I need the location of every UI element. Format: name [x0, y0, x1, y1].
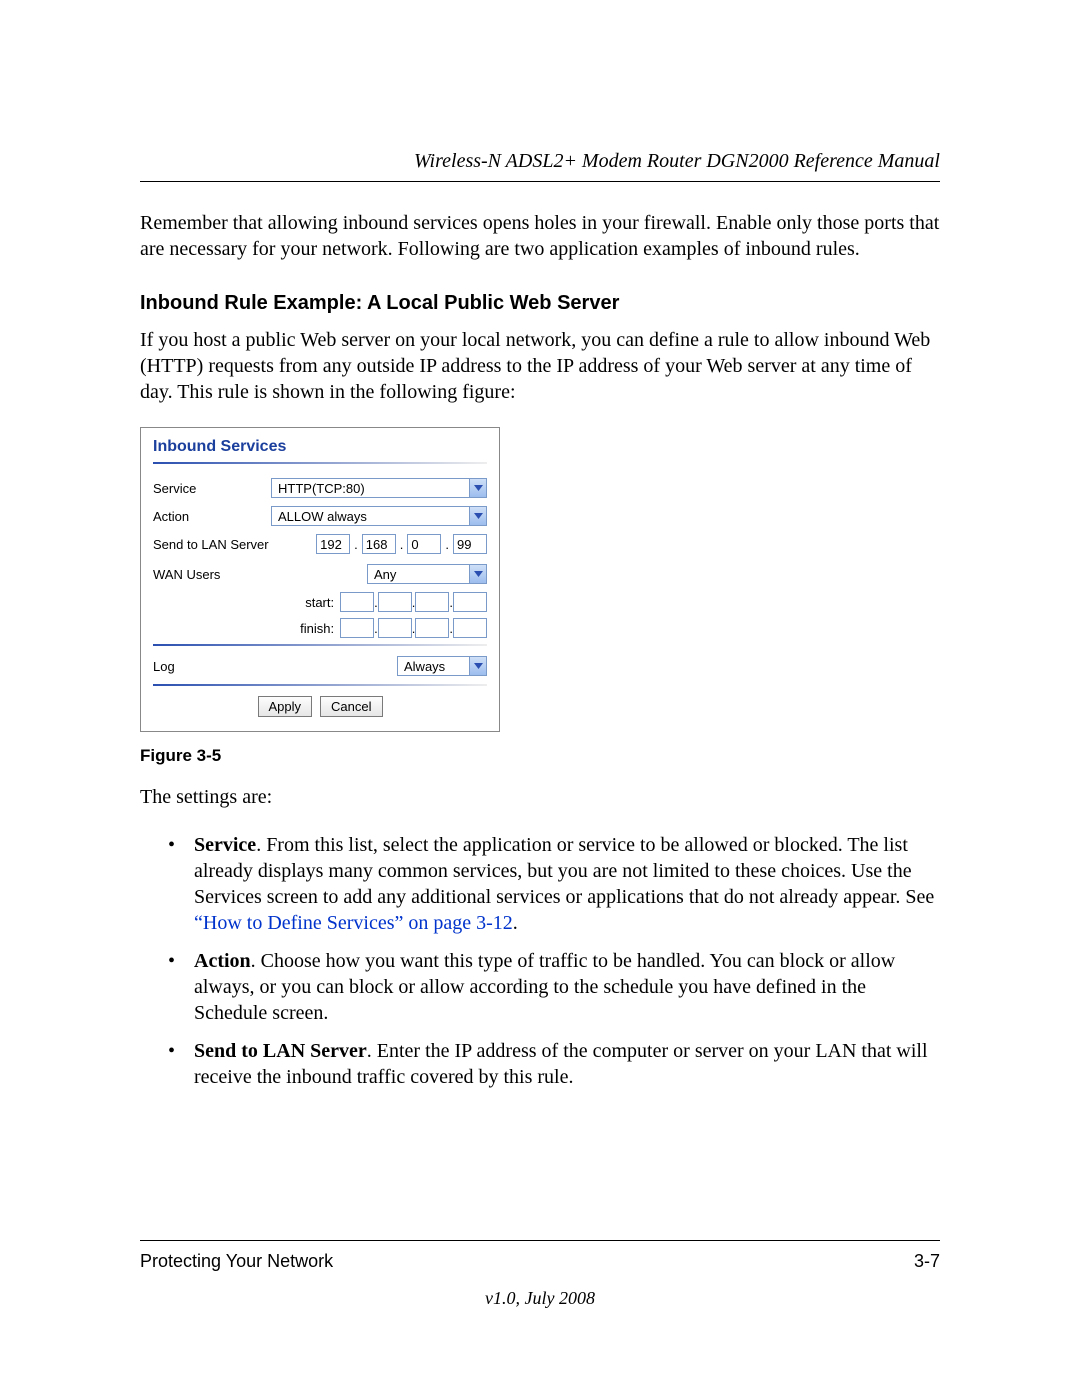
ip-dot: . [445, 537, 449, 552]
wan-start-octet-3[interactable] [415, 592, 449, 612]
action-select-value: ALLOW always [278, 509, 367, 524]
bullet-service-text-after: . [513, 912, 518, 934]
log-label: Log [153, 659, 271, 674]
xref-define-services[interactable]: “How to Define Services” on page 3-12 [194, 912, 513, 934]
action-label: Action [153, 509, 271, 524]
bullet-action: • Action. Choose how you want this type … [168, 948, 940, 1026]
heading-body-paragraph: If you host a public Web server on your … [140, 327, 940, 405]
service-label: Service [153, 481, 271, 496]
cancel-button[interactable]: Cancel [320, 696, 382, 717]
footer-page-number: 3-7 [914, 1251, 940, 1272]
bullet-send: • Send to LAN Server. Enter the IP addre… [168, 1038, 940, 1090]
running-head: Wireless-N ADSL2+ Modem Router DGN2000 R… [140, 150, 940, 173]
wan-finish-octet-3[interactable] [415, 618, 449, 638]
lan-ip-octet-2[interactable] [362, 534, 396, 554]
wan-start-octet-4[interactable] [453, 592, 487, 612]
router-inbound-services-panel: Inbound Services Service HTTP(TCP:80) Ac… [140, 427, 500, 732]
section-heading: Inbound Rule Example: A Local Public Web… [140, 292, 940, 315]
lan-ip-octet-1[interactable] [316, 534, 350, 554]
wan-users-select[interactable]: Any [367, 564, 487, 584]
wan-start-octet-2[interactable] [378, 592, 412, 612]
wan-start-octet-1[interactable] [340, 592, 374, 612]
bullet-service: • Service. From this list, select the ap… [168, 832, 940, 936]
bullet-action-text: . Choose how you want this type of traff… [194, 950, 895, 1024]
apply-button[interactable]: Apply [258, 696, 313, 717]
bullet-service-text-before: . From this list, select the application… [194, 834, 934, 908]
lan-ip-octet-4[interactable] [453, 534, 487, 554]
wan-users-label: WAN Users [153, 567, 271, 582]
action-select[interactable]: ALLOW always [271, 506, 487, 526]
chevron-down-icon [469, 507, 486, 525]
wan-finish-label: finish: [300, 621, 334, 636]
header-rule [140, 181, 940, 182]
bullet-service-label: Service [194, 834, 256, 856]
wan-finish-octet-4[interactable] [453, 618, 487, 638]
panel-title: Inbound Services [153, 438, 487, 462]
chevron-down-icon [469, 657, 486, 675]
chevron-down-icon [469, 479, 486, 497]
chevron-down-icon [469, 565, 486, 583]
lan-ip-octet-3[interactable] [407, 534, 441, 554]
service-select[interactable]: HTTP(TCP:80) [271, 478, 487, 498]
log-select-value: Always [404, 659, 445, 674]
wan-start-label: start: [305, 595, 334, 610]
panel-separator [153, 462, 487, 464]
service-select-value: HTTP(TCP:80) [278, 481, 365, 496]
wan-finish-octet-2[interactable] [378, 618, 412, 638]
log-select[interactable]: Always [397, 656, 487, 676]
panel-separator [153, 644, 487, 646]
bullet-send-label: Send to LAN Server [194, 1040, 367, 1062]
wan-users-select-value: Any [374, 567, 396, 582]
send-to-lan-label: Send to LAN Server [153, 537, 271, 552]
figure-caption: Figure 3-5 [140, 746, 940, 766]
footer-rule [140, 1240, 940, 1241]
intro-paragraph: Remember that allowing inbound services … [140, 210, 940, 262]
bullet-action-label: Action [194, 950, 251, 972]
footer-section: Protecting Your Network [140, 1251, 333, 1272]
ip-dot: . [354, 537, 358, 552]
ip-dot: . [400, 537, 404, 552]
wan-finish-octet-1[interactable] [340, 618, 374, 638]
settings-lead: The settings are: [140, 784, 940, 810]
panel-separator [153, 684, 487, 686]
footer-version: v1.0, July 2008 [140, 1288, 940, 1309]
